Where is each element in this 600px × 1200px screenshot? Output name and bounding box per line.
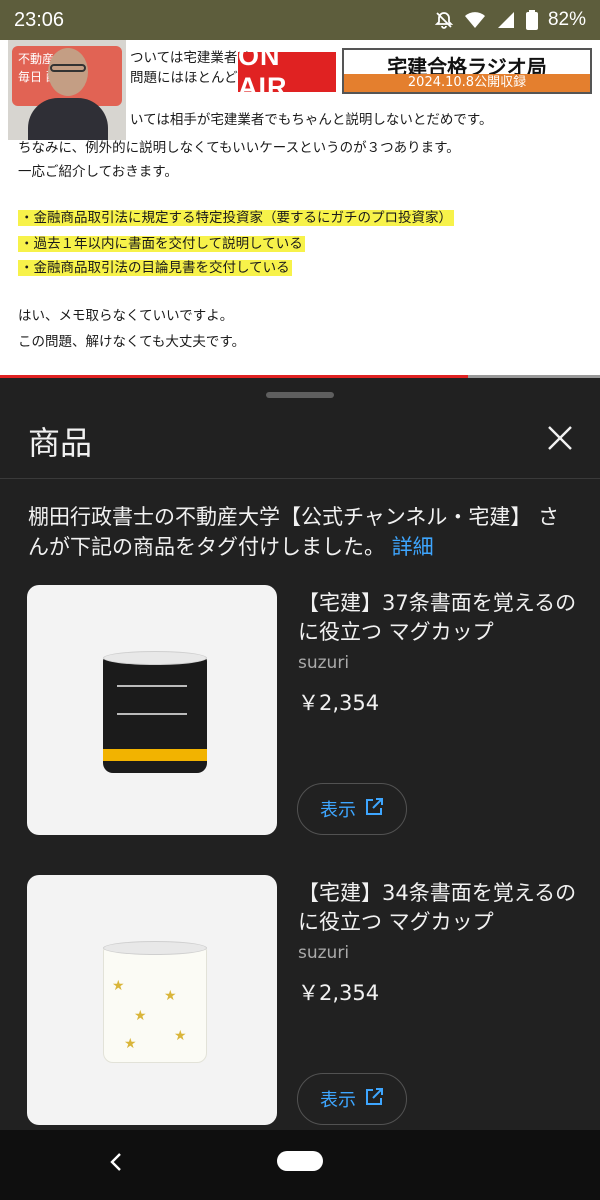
signal-icon: [496, 10, 516, 30]
star-icon: ★: [124, 1036, 137, 1052]
close-button[interactable]: [538, 418, 582, 462]
slide-text-line: 問題にはほとんど: [130, 70, 238, 86]
view-product-button[interactable]: 表示: [297, 783, 407, 835]
presenter-head: [48, 48, 88, 96]
open-external-icon: [364, 1087, 384, 1112]
wifi-icon: [464, 10, 486, 30]
status-bar: 23:06 82%: [0, 0, 600, 40]
product-price: ￥2,354: [298, 981, 380, 1005]
slide-text-line: 一応ご紹介しておきます。: [18, 164, 178, 180]
slide-highlight-line: ・金融商品取引法に規定する特定投資家（要するにガチのプロ投資家）: [18, 210, 454, 226]
chevron-left-icon: [108, 1152, 124, 1176]
mug-image: [103, 657, 207, 773]
sheet-drag-handle[interactable]: [266, 392, 334, 398]
nav-home-pill[interactable]: [277, 1151, 323, 1171]
view-product-button[interactable]: 表示: [297, 1073, 407, 1125]
mug-label-band: [103, 749, 207, 761]
product-name[interactable]: 【宅建】34条書面を覚えるのに役立つ マグカップ: [298, 879, 578, 937]
battery-percent: 82%: [547, 9, 586, 30]
slide-text-line: いては相手が宅建業者でもちゃんと説明しないとだめです。: [130, 112, 493, 128]
on-air-badge: ON AIR: [238, 41, 336, 102]
radio-title-box: 宅建合格ラジオ局 2024.10.8公開収録: [342, 48, 592, 94]
tag-description: 棚田行政書士の不動産大学【公式チャンネル・宅建】 さんが下記の商品をタグ付けしま…: [28, 502, 576, 562]
product-thumbnail[interactable]: ★ ★ ★ ★ ★: [27, 875, 277, 1125]
battery-icon: [525, 10, 538, 30]
open-external-icon: [364, 797, 384, 822]
view-button-label: 表示: [320, 1090, 356, 1111]
star-icon: ★: [164, 988, 177, 1004]
star-icon: ★: [134, 1008, 147, 1024]
status-icons: 82%: [434, 9, 586, 31]
video-player[interactable]: ついては宅建業者は 問題にはほとんど いては相手が宅建業者でもちゃんと説明しない…: [0, 40, 600, 378]
sheet-divider: [0, 478, 600, 479]
more-link[interactable]: 詳細: [392, 535, 434, 559]
presenter-glasses: [50, 64, 86, 72]
slide-text-line: ついては宅建業者は: [130, 50, 251, 66]
slide-highlight-line: ・過去１年以内に書面を交付して説明している: [18, 236, 305, 252]
presenter-camera: 不動産大学 毎日 配信: [8, 40, 126, 140]
products-sheet: 商品 棚田行政書士の不動産大学【公式チャンネル・宅建】 さんが下記の商品をタグ付…: [0, 378, 600, 1130]
product-shop: suzuri: [298, 653, 350, 673]
slide-text-line: この問題、解けなくても大丈夫です。: [18, 334, 246, 350]
nav-back-button[interactable]: [100, 1148, 132, 1180]
slide-highlight-line: ・金融商品取引法の目論見書を交付している: [18, 260, 292, 276]
product-thumbnail[interactable]: [27, 585, 277, 835]
tag-description-text: 棚田行政書士の不動産大学【公式チャンネル・宅建】 さんが下記の商品をタグ付けしま…: [28, 505, 560, 559]
mug-rim: [103, 651, 207, 665]
star-icon: ★: [174, 1028, 187, 1044]
radio-date: 2024.10.8公開収録: [344, 74, 590, 92]
product-card[interactable]: ★ ★ ★ ★ ★ 【宅建】34条書面を覚えるのに役立つ マグカップ suzur…: [0, 875, 600, 1130]
product-card[interactable]: 【宅建】37条書面を覚えるのに役立つ マグカップ suzuri ￥2,354 表…: [0, 585, 600, 845]
close-icon: [546, 424, 574, 456]
presenter-body: [28, 98, 108, 140]
mug-text-block: [117, 685, 187, 715]
system-nav-bar: [0, 1130, 600, 1200]
bell-off-icon: [434, 10, 454, 30]
product-price: ￥2,354: [298, 691, 380, 715]
mug-rim: [103, 941, 207, 955]
app-root: 23:06 82% ついては宅建業者は 問題にはほとんど いては相手が宅建業者で…: [0, 0, 600, 1200]
product-shop: suzuri: [298, 943, 350, 963]
view-button-label: 表示: [320, 800, 356, 821]
status-time: 23:06: [14, 8, 65, 31]
mug-image: ★ ★ ★ ★ ★: [103, 947, 207, 1063]
slide-text-line: はい、メモ取らなくていいですよ。: [18, 308, 234, 324]
sheet-title: 商品: [28, 424, 93, 462]
product-name[interactable]: 【宅建】37条書面を覚えるのに役立つ マグカップ: [298, 589, 578, 647]
star-icon: ★: [112, 978, 125, 994]
